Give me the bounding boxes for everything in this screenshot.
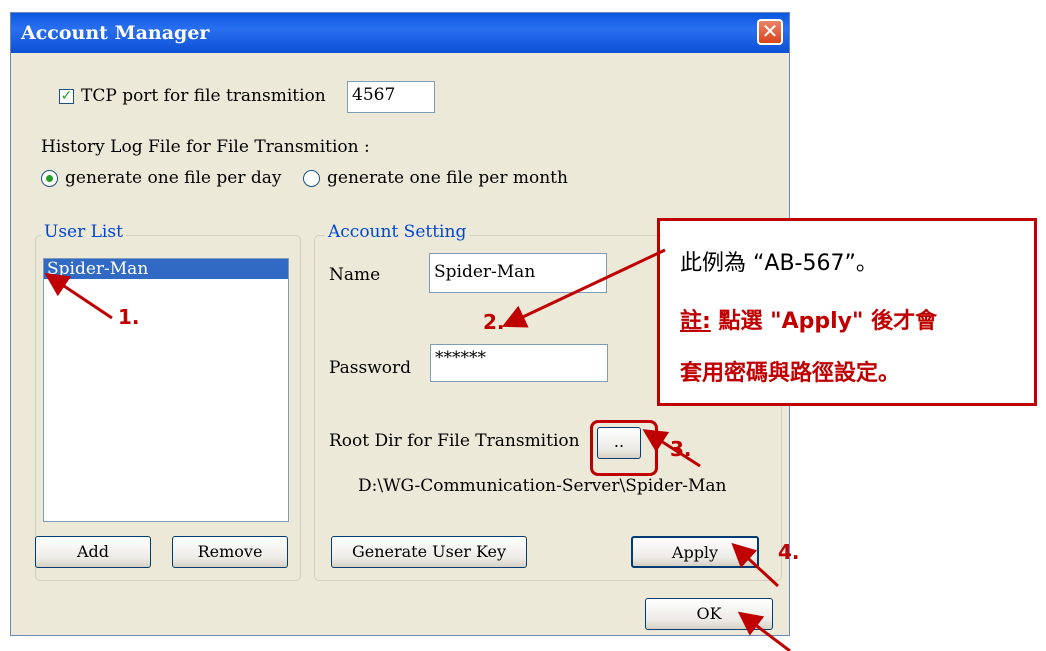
arrow-step-3: [642, 429, 701, 468]
arrow-step-2: [501, 248, 666, 328]
arrow-step-4: [731, 542, 780, 588]
arrow-ok: [737, 611, 791, 651]
arrow-step-1: [44, 273, 113, 320]
annotation-arrows: [44, 248, 791, 651]
